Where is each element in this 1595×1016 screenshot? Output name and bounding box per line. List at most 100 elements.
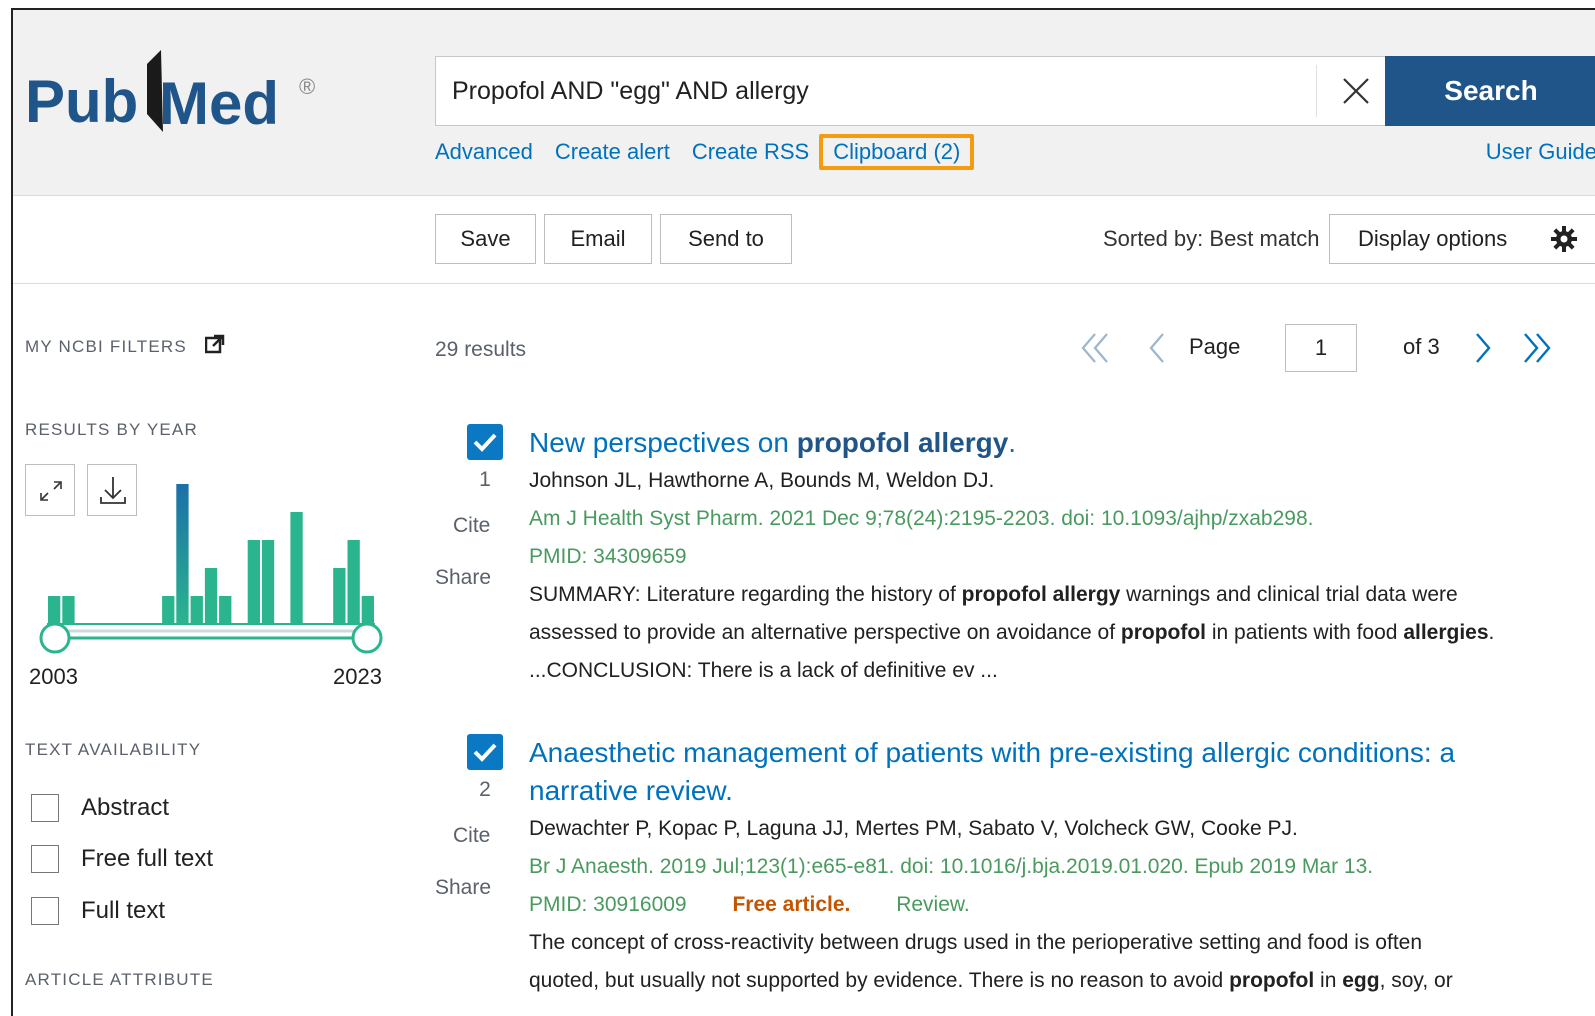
snippet-highlight: egg (1342, 969, 1380, 992)
title-text: New perspectives on (529, 427, 797, 458)
svg-text:®: ® (299, 74, 315, 99)
result-number: 1 (479, 468, 491, 491)
result-citation: Br J Anaesth. 2019 Jul;123(1):e65-e81. d… (529, 855, 1374, 878)
snippet-highlight: propofol (1120, 621, 1207, 644)
search-button[interactable]: Search (1385, 56, 1595, 126)
histogram-bar (162, 596, 175, 624)
histogram-bar (261, 540, 275, 624)
send-to-button[interactable]: Send to (660, 214, 792, 264)
results-by-year-histogram[interactable] (25, 464, 395, 664)
my-ncbi-filters-label: MY NCBI FILTERS (25, 337, 187, 356)
snippet-highlight: propofol allergy (961, 583, 1121, 606)
histogram-bar (204, 568, 218, 624)
pubmed-logo[interactable]: Pub Med ® (23, 44, 323, 154)
year-end-label: 2023 (333, 664, 382, 689)
external-link-icon (204, 334, 225, 354)
snippet-text: in patients with food (1206, 621, 1404, 644)
title-text: narrative review. (529, 775, 733, 806)
result-number: 2 (479, 778, 491, 801)
year-start-handle (39, 622, 71, 654)
next-page-button[interactable] (1469, 330, 1495, 366)
abstract-checkbox[interactable] (31, 794, 59, 822)
title-highlight: propofol allergy (796, 427, 1009, 458)
my-ncbi-filters-heading[interactable]: MY NCBI FILTERS (25, 334, 225, 357)
sort-order[interactable]: Sorted by: Best match (1103, 214, 1319, 264)
save-button[interactable]: Save (435, 214, 536, 264)
year-start-label: 2003 (29, 664, 78, 689)
display-options-button[interactable]: Display options (1329, 214, 1595, 264)
result-2-checkbox[interactable] (467, 734, 503, 770)
free-full-text-checkbox[interactable] (31, 845, 59, 873)
result-pmid: PMID: 30916009 (529, 893, 687, 916)
full-text-checkbox[interactable] (31, 897, 59, 925)
result-snippet-line: SUMMARY: Literature regarding the histor… (529, 580, 1458, 610)
filter-full-text[interactable]: Full text (31, 893, 165, 929)
result-snippet-line: quoted, but usually not supported by evi… (529, 966, 1453, 996)
checkmark-icon (473, 743, 497, 762)
snippet-text: , soy, or (1379, 969, 1453, 992)
page-number-input[interactable]: 1 (1285, 324, 1357, 372)
article-attribute-heading: ARTICLE ATTRIBUTE (25, 970, 214, 989)
result-authors: Dewachter P, Kopac P, Laguna JJ, Mertes … (529, 817, 1298, 840)
share-button[interactable]: Share (435, 566, 491, 590)
page-total-label: of 3 (1403, 334, 1440, 359)
snippet-text: . (1488, 621, 1495, 644)
email-button[interactable]: Email (544, 214, 652, 264)
create-rss-link[interactable]: Create RSS (692, 139, 809, 165)
last-page-button[interactable] (1521, 330, 1555, 366)
result-snippet-line: assessed to provide an alternative persp… (529, 618, 1494, 648)
page-label: Page (1189, 334, 1241, 359)
create-alert-link[interactable]: Create alert (555, 139, 670, 165)
result-title-link[interactable]: Anaesthetic management of patients with … (529, 734, 1579, 810)
cite-button[interactable]: Cite (453, 514, 490, 538)
year-end-handle (351, 622, 383, 654)
clear-search-button[interactable] (1336, 71, 1376, 111)
result-1-checkbox[interactable] (467, 424, 503, 460)
search-box (435, 56, 1391, 126)
result-title-link[interactable]: New perspectives on propofol allergy. (529, 424, 1579, 462)
cite-button[interactable]: Cite (453, 824, 490, 848)
filters-sidebar: MY NCBI FILTERS RESULTS BY YEAR 2003 202… (13, 284, 413, 1016)
search-result: 2 Cite Share Anaesthetic management of p… (413, 724, 1595, 1016)
search-input[interactable] (452, 57, 1292, 125)
results-toolbar: Save Email Send to Sorted by: Best match… (13, 196, 1595, 284)
header-links: Advanced Create alert Create RSS Clipboa… (435, 134, 996, 170)
result-meta-line: PMID: 30916009 Free article. Review. (529, 890, 970, 920)
histogram-bar (347, 540, 360, 624)
first-page-button[interactable] (1077, 330, 1111, 366)
histogram-bar (48, 596, 61, 624)
chevron-right-icon (1476, 333, 1491, 363)
title-text: Anaesthetic management of patients with … (529, 737, 1456, 768)
histogram-bar (361, 596, 374, 624)
full-text-label: Full text (81, 897, 166, 924)
pubmed-page: Pub Med ® Search Advanced Create alert C… (11, 8, 1595, 1016)
gear-icon (1551, 226, 1577, 252)
checkmark-icon (473, 433, 497, 452)
share-button[interactable]: Share (435, 876, 491, 900)
review-badge: Review. (896, 893, 970, 916)
result-authors: Johnson JL, Hawthorne A, Bounds M, Weldo… (529, 469, 995, 492)
search-divider (1316, 65, 1317, 117)
snippet-text: SUMMARY: Literature regarding the histor… (529, 583, 962, 606)
svg-text:Pub: Pub (25, 68, 138, 135)
snippet-text: assessed to provide an alternative persp… (529, 621, 1121, 644)
snippet-text: quoted, but usually not supported by evi… (529, 969, 1230, 992)
display-options-label: Display options (1358, 226, 1508, 251)
previous-page-button[interactable] (1145, 330, 1171, 366)
histogram-bar (176, 484, 189, 624)
close-icon (1343, 78, 1369, 104)
histogram-bar (62, 596, 75, 624)
user-guide-link[interactable]: User Guide (1486, 134, 1595, 170)
filter-abstract[interactable]: Abstract (31, 790, 169, 826)
filter-free-full-text[interactable]: Free full text (31, 841, 213, 877)
clipboard-link[interactable]: Clipboard (2) (819, 134, 975, 170)
double-chevron-right-icon (1524, 333, 1551, 363)
svg-text:Med: Med (159, 70, 279, 137)
free-article-badge: Free article. (732, 893, 851, 916)
abstract-label: Abstract (81, 794, 170, 821)
advanced-link[interactable]: Advanced (435, 139, 533, 165)
results-by-year-heading: RESULTS BY YEAR (25, 420, 198, 439)
result-pmid: PMID: 34309659 (529, 545, 687, 568)
histogram-bar (219, 596, 232, 624)
snippet-text: in (1314, 969, 1343, 992)
